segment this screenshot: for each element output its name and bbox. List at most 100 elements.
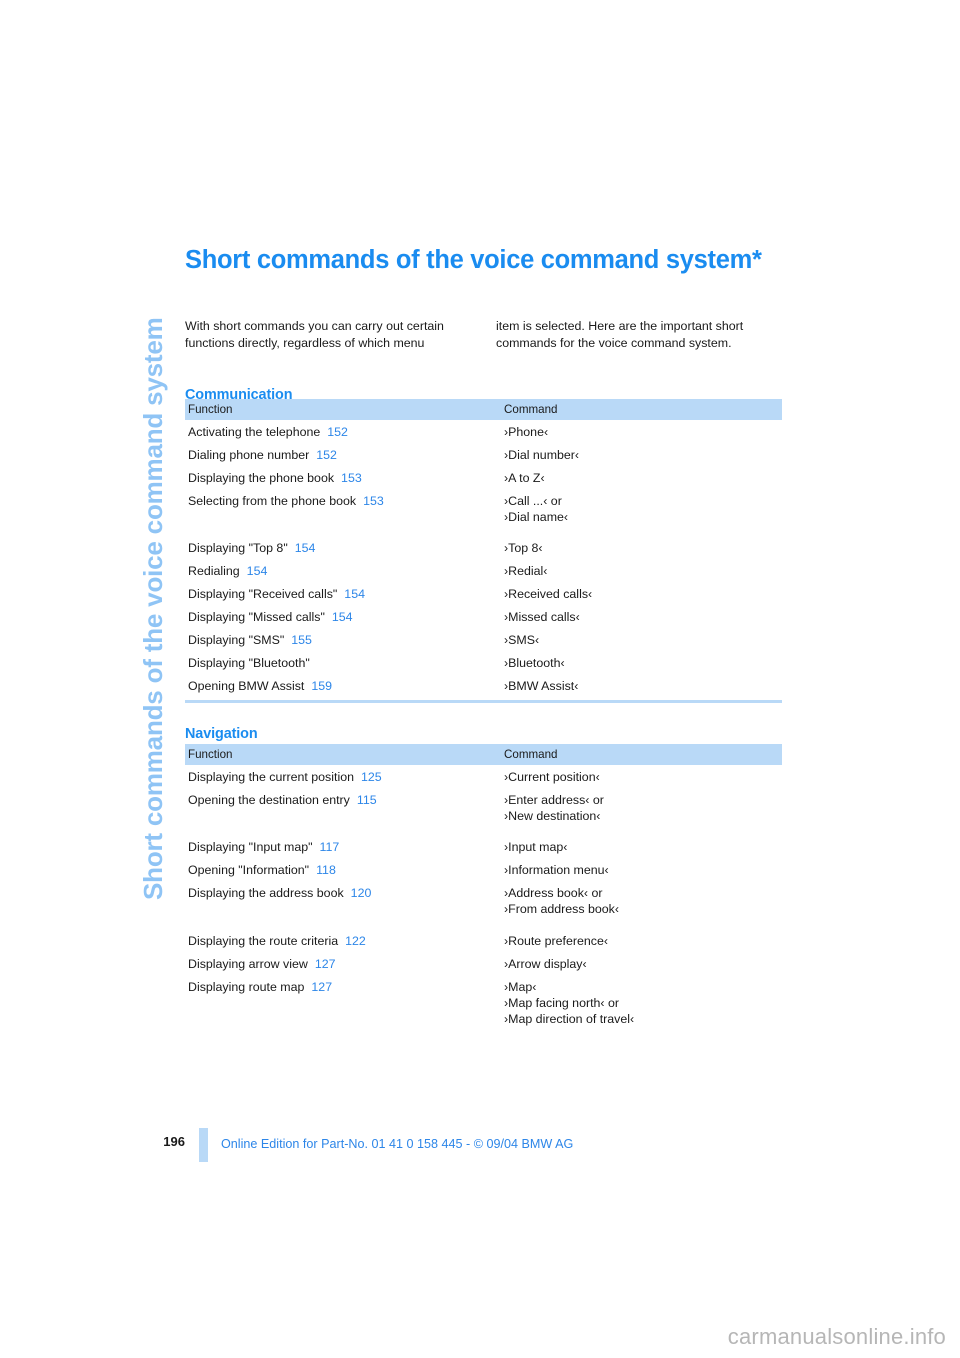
voice-command: ›Dial number‹ — [504, 447, 580, 462]
page-reference[interactable]: 117 — [320, 840, 340, 854]
voice-command: ›Top 8‹ — [504, 541, 543, 555]
cell-function: Displaying route map 127 — [188, 979, 333, 994]
column-header-function: Function — [185, 744, 501, 765]
voice-command: ›Route preference‹ — [504, 933, 608, 948]
table-row: Displaying "Missed calls" 154 ›Missed call… — [185, 606, 782, 629]
cell-command: ›Route preference‹ — [501, 929, 782, 952]
cell-function: Opening BMW Assist 159 — [188, 679, 333, 693]
cell-command: ›Arrow display‹ — [501, 952, 782, 975]
cell-function: Displaying arrow view 127 — [188, 956, 336, 971]
cell-function: Displaying the route criteria 122 — [188, 933, 366, 948]
page-reference[interactable]: 122 — [345, 934, 366, 948]
column-header-command: Command — [501, 744, 782, 765]
cell-function: Displaying "SMS" 155 — [188, 633, 312, 647]
section-heading-navigation: Navigation — [185, 725, 258, 742]
table-row: Displaying "Received calls" 154 ›Received … — [185, 583, 782, 606]
cell-command: ›Dial number‹ — [501, 443, 782, 466]
voice-command: ›Redial‹ — [504, 564, 548, 578]
voice-command: ›Bluetooth‹ — [504, 656, 565, 670]
page-title: Short commands of the voice command syst… — [185, 246, 762, 275]
table-row: Displaying "Bluetooth" ›Bluetooth‹ — [185, 652, 782, 675]
cell-command: ›Phone‹ — [501, 420, 782, 443]
footer-accent-bar — [199, 1128, 208, 1162]
table-row: Opening BMW Assist 159 ›BMW Assist‹ — [185, 675, 782, 698]
page-reference[interactable]: 154 — [344, 587, 365, 601]
table-row: Selecting from the phone book 153 ›Call ..… — [185, 489, 782, 537]
cell-command: ›Input map‹ — [501, 836, 782, 859]
cell-command: ›Call ...‹ or ›Dial name‹ — [501, 489, 782, 537]
table-row: Displaying the route criteria 122 ›Route p… — [185, 929, 782, 952]
table-header-row: Function Command — [185, 744, 782, 765]
table-row: Opening the destination entry 115 ›Enter a… — [185, 788, 782, 836]
voice-command: ›Current position‹ — [504, 769, 600, 784]
page-reference[interactable]: 153 — [341, 471, 362, 485]
page-reference[interactable]: 120 — [351, 886, 372, 900]
voice-command: ›Missed calls‹ — [504, 610, 580, 624]
cell-command: ›Received calls‹ — [501, 583, 782, 606]
communication-table: Function Command Activating the telephon… — [185, 399, 782, 698]
page-reference[interactable]: 118 — [316, 863, 336, 877]
voice-command: ›Map direction of travel‹ — [504, 1011, 635, 1026]
cell-command: ›SMS‹ — [501, 629, 782, 652]
page-reference[interactable]: 154 — [247, 564, 268, 578]
table-row: Displaying arrow view 127 ›Arrow display‹ — [185, 952, 782, 975]
table-row: Opening "Information" 118 ›Information men… — [185, 859, 782, 882]
page-reference[interactable]: 127 — [315, 957, 336, 971]
running-head-label: Short commands of the voice command syst… — [138, 317, 168, 900]
cell-function: Displaying "Missed calls" 154 — [188, 610, 353, 624]
cell-function: Displaying "Top 8" 154 — [188, 541, 316, 555]
cell-function: Displaying the address book 120 — [188, 886, 372, 900]
table-row: Displaying "SMS" 155 ›SMS‹ — [185, 629, 782, 652]
table-row: Displaying the phone book 153 ›A to Z‹ — [185, 466, 782, 489]
voice-command: ›Dial name‹ — [504, 509, 569, 524]
table-row: Displaying the current position 125 ›Curre… — [185, 765, 782, 788]
page-reference[interactable]: 153 — [363, 494, 384, 508]
site-watermark: carmanualsonline.info — [727, 1324, 946, 1349]
cell-command: ›Information menu‹ — [501, 859, 782, 882]
voice-command: ›New destination‹ — [504, 808, 601, 823]
cell-command: ›Missed calls‹ — [501, 606, 782, 629]
cell-function: Activating the telephone 152 — [188, 424, 348, 439]
page-reference[interactable]: 127 — [311, 980, 332, 994]
voice-command: ›Address book‹ or — [504, 886, 603, 900]
cell-command: ›Enter address‹ or ›New destination‹ — [501, 788, 782, 836]
page-reference[interactable]: 125 — [361, 770, 382, 784]
page-reference[interactable]: 154 — [332, 610, 353, 624]
voice-command: ›Map facing north‹ or — [504, 995, 620, 1010]
voice-command: ›BMW Assist‹ — [504, 679, 579, 693]
cell-function: Opening "Information" 118 — [188, 863, 336, 877]
cell-command: ›Top 8‹ — [501, 537, 782, 560]
section-divider-rule — [185, 700, 782, 703]
intro-paragraph: With short commands you can carry out ce… — [185, 318, 782, 352]
voice-command: ›A to Z‹ — [504, 470, 545, 485]
navigation-table: Function Command Displaying the current … — [185, 744, 782, 1030]
cell-command: ›Map‹ ›Map facing north‹ or ›Map direction… — [501, 975, 782, 1030]
voice-command: ›Phone‹ — [504, 424, 549, 439]
voice-command: ›Received calls‹ — [504, 587, 593, 601]
page-reference[interactable]: 154 — [295, 541, 316, 555]
voice-command: ›Map‹ — [504, 979, 537, 994]
cell-function: Displaying the phone book 153 — [188, 470, 362, 485]
page-reference[interactable]: 159 — [311, 679, 332, 693]
page-reference[interactable]: 115 — [357, 793, 377, 807]
intro-column-left: With short commands you can carry out ce… — [185, 319, 444, 350]
table-row: Redialing 154 ›Redial‹ — [185, 560, 782, 583]
table-row: Dialing phone number 152 ›Dial number‹ — [185, 443, 782, 466]
cell-command: ›Current position‹ — [501, 765, 782, 788]
page-reference[interactable]: 155 — [291, 633, 312, 647]
cell-command: ›A to Z‹ — [501, 466, 782, 489]
column-header-command: Command — [501, 399, 782, 420]
page-reference[interactable]: 152 — [316, 448, 337, 462]
column-header-function: Function — [185, 399, 501, 420]
page-reference[interactable]: 152 — [327, 425, 348, 439]
cell-function: Redialing 154 — [188, 564, 268, 578]
cell-command: ›Bluetooth‹ — [501, 652, 782, 675]
cell-function: Displaying "Input map" 117 — [188, 840, 340, 854]
page-number: 196 — [163, 1134, 185, 1149]
cell-function: Displaying "Received calls" 154 — [188, 587, 365, 601]
page-footer: 196 Online Edition for Part-No. 01 41 0 … — [145, 1128, 785, 1162]
table-row: Displaying "Top 8" 154 ›Top 8‹ — [185, 537, 782, 560]
cell-function: Selecting from the phone book 153 — [188, 493, 384, 508]
table-header-row: Function Command — [185, 399, 782, 420]
voice-command: ›From address book‹ — [504, 902, 619, 916]
